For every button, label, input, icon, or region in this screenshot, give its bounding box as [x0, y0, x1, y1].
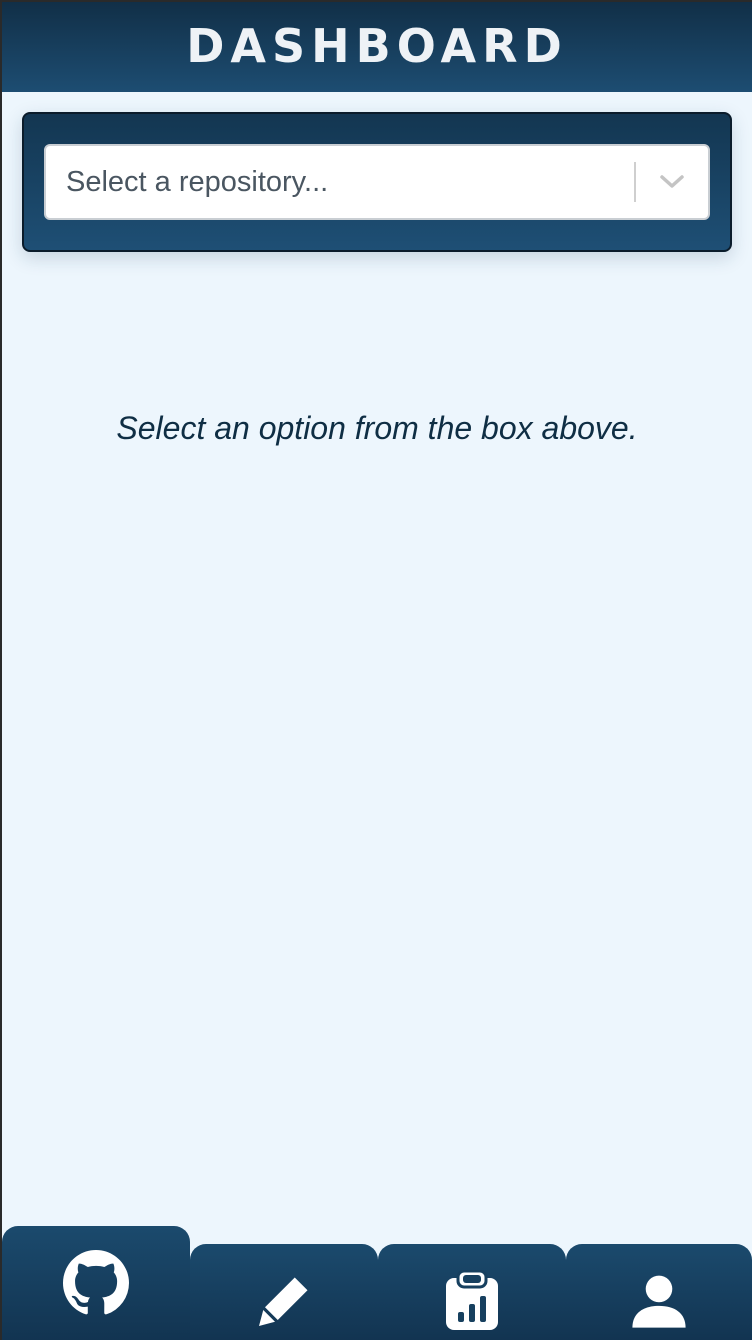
- pencil-icon: [254, 1271, 314, 1331]
- empty-state-message: Select an option from the box above.: [116, 410, 638, 446]
- bottom-navigation: [2, 1226, 752, 1340]
- app-header: DASHBOARD: [2, 2, 752, 92]
- page-title: DASHBOARD: [186, 19, 568, 73]
- tab-profile[interactable]: [566, 1244, 752, 1340]
- tab-edit[interactable]: [190, 1244, 378, 1340]
- repository-select[interactable]: Select a repository...: [44, 144, 710, 220]
- clipboard-chart-icon: [444, 1270, 500, 1332]
- app-frame: DASHBOARD Select a repository... Select …: [2, 2, 752, 1340]
- tab-github[interactable]: [2, 1226, 190, 1340]
- repository-select-placeholder: Select a repository...: [66, 165, 329, 198]
- repository-select-panel: Select a repository...: [22, 112, 732, 252]
- chevron-down-icon[interactable]: [636, 146, 708, 218]
- tab-report[interactable]: [378, 1244, 566, 1340]
- github-icon: [63, 1250, 129, 1316]
- user-icon: [630, 1272, 688, 1330]
